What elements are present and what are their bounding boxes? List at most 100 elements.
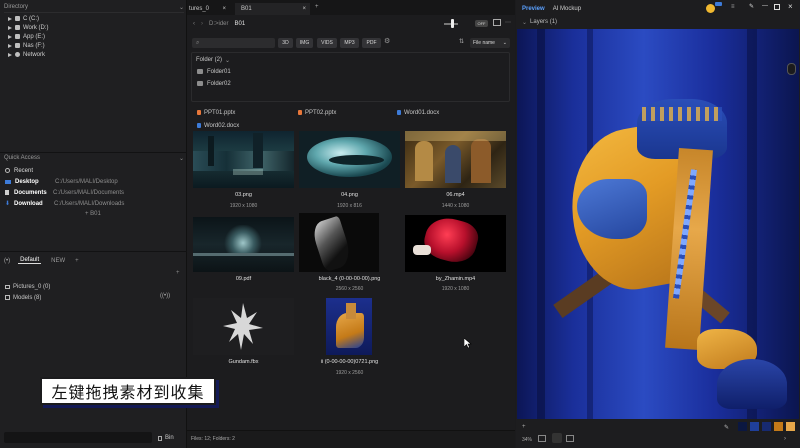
mouse-cursor-icon <box>464 338 472 349</box>
thumb-by-zhamin-mp4[interactable] <box>405 215 506 272</box>
layers-toggle[interactable]: ⌄ Layers (1) <box>522 18 557 26</box>
expand-icon[interactable] <box>8 52 12 57</box>
file-name: 09.pdf <box>235 276 252 282</box>
folder-header[interactable]: Folder (2) ⌄ <box>196 56 230 64</box>
eyedropper-icon[interactable]: ✎ <box>724 424 729 431</box>
expand-icon[interactable] <box>8 34 12 39</box>
tab-new[interactable]: NEW <box>51 258 65 264</box>
toggle-off[interactable]: OFF <box>475 20 488 27</box>
color-swatch[interactable] <box>750 422 759 431</box>
color-swatch[interactable] <box>786 422 795 431</box>
doc-item[interactable]: Word02.docx <box>197 121 239 130</box>
pin-icon[interactable]: ✎ <box>749 3 754 10</box>
add-tab-icon[interactable]: + <box>75 258 79 264</box>
drive-item[interactable]: Work (D:) <box>8 23 49 32</box>
filter-mp3[interactable]: MP3 <box>340 38 359 48</box>
collapse-icon[interactable]: ⌄ <box>179 155 184 162</box>
close-icon[interactable]: × <box>222 6 226 12</box>
close-window-icon[interactable]: × <box>788 2 793 11</box>
browser-panel: tures_0 × B01 × + ‹ › D:>ider B01 OFF ⋯ … <box>187 0 515 448</box>
forward-icon[interactable]: › <box>201 21 203 27</box>
drive-item[interactable]: C (C:) <box>8 14 49 23</box>
drive-item[interactable]: Network <box>8 50 49 59</box>
actual-size-icon[interactable] <box>552 433 562 443</box>
folder-icon <box>197 81 203 86</box>
add-quick-item-label: + B01 <box>85 211 101 217</box>
filter-3d[interactable]: 3D <box>278 38 293 48</box>
quick-access-header: Quick Access ⌄ <box>4 154 184 162</box>
menu-icon[interactable]: ≡ <box>731 4 735 10</box>
file-dimensions: 2560 x 2560 <box>335 286 364 292</box>
color-swatch[interactable] <box>774 422 783 431</box>
tab-label: B01 <box>241 6 252 12</box>
sort-label: File name <box>473 40 495 46</box>
new-tab-icon[interactable]: + <box>315 4 319 10</box>
tab-default[interactable]: Default <box>18 257 42 264</box>
minimize-icon[interactable]: — <box>762 3 768 9</box>
thumb-03-png[interactable] <box>193 131 294 188</box>
doc-label: Word02.docx <box>204 122 240 129</box>
doc-item[interactable]: Word01.docx <box>397 108 439 117</box>
back-icon[interactable]: ‹ <box>193 21 195 27</box>
expand-icon[interactable] <box>8 43 12 48</box>
quick-item-recent[interactable]: Recent <box>5 165 124 176</box>
directory-header: Directory ⌄ <box>4 3 184 11</box>
maximize-icon[interactable] <box>774 4 780 10</box>
quick-item-desktop[interactable]: Desktop C:/Users/MALI/Desktop <box>5 176 124 187</box>
preview-tabs: Preview AI Mockup <box>522 4 581 13</box>
folder-item[interactable]: Folder01 <box>197 67 231 76</box>
preview-add-icon[interactable]: + <box>522 424 526 430</box>
tab-preview[interactable]: Preview <box>522 6 545 12</box>
filter-vids[interactable]: VIDS <box>317 38 337 48</box>
collection-item[interactable]: Pictures_0 (0) <box>5 281 50 292</box>
add-quick-item-button[interactable]: + B01 <box>5 209 124 219</box>
breadcrumb-current[interactable]: B01 <box>235 21 246 27</box>
view-mode-icon[interactable] <box>493 19 501 26</box>
quick-item-documents[interactable]: Documents C:/Users/MALI/Documents <box>5 187 124 198</box>
sync-icon[interactable]: ((•)) <box>160 293 170 299</box>
thumb-06-mp4[interactable] <box>405 131 506 188</box>
preview-panel: Preview AI Mockup ≡ ✎ — × ⌄ Layers (1) +… <box>516 0 800 448</box>
sort-order-icon[interactable]: ⇅ <box>459 38 464 45</box>
doc-item[interactable]: PPT01.pptx <box>197 108 235 117</box>
drive-item[interactable]: Nas (F:) <box>8 41 49 50</box>
color-swatch[interactable] <box>762 422 771 431</box>
doc-item[interactable]: PPT02.pptx <box>298 108 336 117</box>
color-swatch[interactable] <box>738 422 747 431</box>
close-icon[interactable]: × <box>302 6 306 12</box>
breadcrumb-parent[interactable]: D:>ider <box>209 21 229 27</box>
expand-icon[interactable] <box>8 25 12 30</box>
thumb-04-png[interactable] <box>299 131 400 188</box>
filter-img[interactable]: IMG <box>296 38 313 48</box>
collapse-icon[interactable]: ⌄ <box>179 4 184 11</box>
eye-icon[interactable]: (•) <box>4 258 10 264</box>
fit-view-icon[interactable] <box>538 435 546 442</box>
user-avatar[interactable] <box>706 4 715 13</box>
more-icon[interactable]: ⋯ <box>505 19 511 26</box>
bin-button[interactable]: Bin <box>158 433 174 443</box>
folder-item[interactable]: Folder02 <box>197 79 231 88</box>
tab-ai-mockup[interactable]: AI Mockup <box>553 6 581 12</box>
collection-add-icon[interactable]: + <box>176 270 180 276</box>
size-slider-handle[interactable] <box>451 19 454 28</box>
drive-item[interactable]: App (E:) <box>8 32 49 41</box>
thumb-gundam-fbx[interactable] <box>193 298 294 355</box>
grid-toggle-icon[interactable] <box>566 435 574 442</box>
quick-item-download[interactable]: ⬇ Download C:/Users/MALI/Downloads <box>5 198 124 209</box>
collection-item[interactable]: Models (8) <box>5 292 50 303</box>
directory-toolbar <box>4 12 184 13</box>
filter-search-input[interactable]: ⌕ <box>192 38 275 48</box>
thumb-ii-png[interactable] <box>326 298 372 355</box>
tab-b01[interactable]: B01 × <box>235 3 310 15</box>
search-icon: ⌕ <box>196 39 200 46</box>
expand-icon[interactable] <box>8 16 12 21</box>
tab-pictures[interactable]: tures_0 × <box>187 3 232 14</box>
sort-dropdown[interactable]: File name ⌄ <box>470 38 510 48</box>
filter-pdf[interactable]: PDF <box>362 38 381 48</box>
settings-gear-icon[interactable]: ⚙ <box>384 37 390 45</box>
thumb-black-4-png[interactable] <box>299 213 379 272</box>
thumb-09-pdf[interactable] <box>193 217 294 272</box>
file-name: black_4 (0-00-00-00).png <box>318 276 381 282</box>
search-input[interactable] <box>4 432 152 443</box>
more-tools-icon[interactable]: › <box>784 436 786 442</box>
